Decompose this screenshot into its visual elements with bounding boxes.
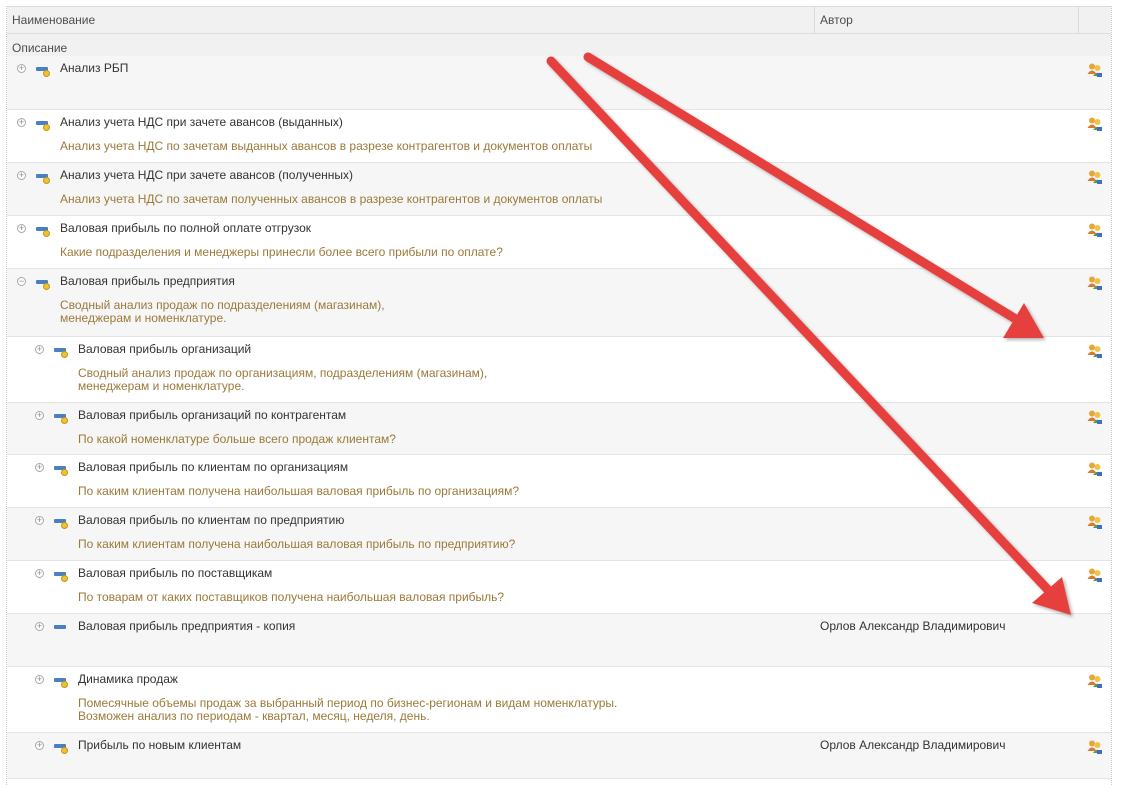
report-icon bbox=[54, 412, 70, 424]
report-row[interactable]: + Валовая прибыль по клиентам по организа… bbox=[7, 455, 1111, 508]
expand-icon[interactable]: + bbox=[17, 224, 26, 233]
report-row[interactable]: + Анализ учета НДС при зачете авансов (вы… bbox=[7, 110, 1111, 163]
expand-icon[interactable]: + bbox=[17, 171, 26, 180]
report-description: Сводный анализ продаж по подразделениям … bbox=[60, 298, 385, 325]
expand-icon[interactable]: + bbox=[35, 622, 44, 631]
report-icon bbox=[36, 172, 52, 184]
column-header-author[interactable]: Автор bbox=[815, 7, 1079, 33]
report-icon bbox=[54, 676, 70, 688]
report-icon bbox=[36, 119, 52, 131]
collapse-icon[interactable]: − bbox=[17, 277, 26, 286]
report-icon bbox=[54, 464, 70, 476]
users-icon[interactable] bbox=[1087, 739, 1103, 755]
column-header-row: Наименование Автор bbox=[7, 6, 1111, 34]
report-title[interactable]: Анализ учета НДС при зачете авансов (пол… bbox=[60, 168, 353, 182]
report-row[interactable]: + Валовая прибыль организаций Сводный анал… bbox=[7, 337, 1111, 403]
users-icon[interactable] bbox=[1087, 567, 1103, 583]
column-header-name[interactable]: Наименование bbox=[7, 7, 815, 33]
report-icon bbox=[36, 65, 52, 77]
report-description: По каким клиентам получена наибольшая ва… bbox=[78, 484, 520, 498]
report-title[interactable]: Валовая прибыль предприятия bbox=[60, 274, 235, 288]
report-title[interactable]: Валовая прибыль по поставщикам bbox=[78, 566, 272, 580]
report-row[interactable]: − Валовая прибыль предприятия Сводный анал… bbox=[7, 269, 1111, 337]
users-icon[interactable] bbox=[1087, 275, 1103, 291]
report-title[interactable]: Валовая прибыль по клиентам по предприят… bbox=[78, 513, 344, 527]
report-icon bbox=[54, 742, 70, 754]
report-icon bbox=[36, 225, 52, 237]
users-icon[interactable] bbox=[1087, 116, 1103, 132]
report-title[interactable]: Валовая прибыль по полной оплате отгрузо… bbox=[60, 221, 311, 235]
report-list-grid: Наименование Автор Описание + Анализ РБП +… bbox=[6, 6, 1112, 785]
report-description: Анализ учета НДС по зачетам выданных ава… bbox=[60, 139, 593, 153]
report-title[interactable]: Валовая прибыль организаций bbox=[78, 342, 251, 356]
report-title[interactable]: Динамика продаж bbox=[78, 672, 178, 686]
expand-icon[interactable]: + bbox=[35, 411, 44, 420]
report-icon bbox=[54, 623, 70, 635]
report-title[interactable]: Валовая прибыль по клиентам по организац… bbox=[78, 460, 348, 474]
users-icon[interactable] bbox=[1087, 461, 1103, 477]
users-icon[interactable] bbox=[1087, 169, 1103, 185]
expand-icon[interactable]: + bbox=[35, 463, 44, 472]
users-icon[interactable] bbox=[1087, 409, 1103, 425]
report-icon bbox=[36, 278, 52, 290]
expand-icon[interactable]: + bbox=[35, 741, 44, 750]
report-description: По каким клиентам получена наибольшая ва… bbox=[78, 537, 516, 551]
report-author: Орлов Александр Владимирович bbox=[820, 738, 1006, 752]
report-title[interactable]: Валовая прибыль предприятия - копия bbox=[78, 619, 295, 633]
report-row[interactable]: + Валовая прибыль организаций по контраге… bbox=[7, 403, 1111, 455]
report-description: По какой номенклатуре больше всего прода… bbox=[78, 432, 396, 446]
expand-icon[interactable]: + bbox=[35, 569, 44, 578]
expand-icon[interactable]: + bbox=[35, 516, 44, 525]
report-row[interactable]: + Анализ учета НДС при зачете авансов (по… bbox=[7, 163, 1111, 216]
expand-icon[interactable]: + bbox=[35, 675, 44, 684]
report-title[interactable]: Анализ РБП bbox=[60, 61, 128, 75]
expand-icon[interactable]: + bbox=[17, 64, 26, 73]
users-icon[interactable] bbox=[1087, 222, 1103, 238]
report-author: Орлов Александр Владимирович bbox=[820, 619, 1006, 633]
report-title[interactable]: Анализ учета НДС при зачете авансов (выд… bbox=[60, 115, 343, 129]
report-row[interactable]: + Валовая прибыль предприятия - копия Орло… bbox=[7, 614, 1111, 667]
report-description: По товарам от каких поставщиков получена… bbox=[78, 590, 505, 604]
report-row[interactable]: + Прибыль по новым клиентам Орлов Александ… bbox=[7, 733, 1111, 779]
report-icon bbox=[54, 346, 70, 358]
report-row[interactable]: + Валовая прибыль по клиентам по предприя… bbox=[7, 508, 1111, 561]
report-title[interactable]: Прибыль по новым клиентам bbox=[78, 738, 241, 752]
users-icon[interactable] bbox=[1087, 514, 1103, 530]
users-icon[interactable] bbox=[1087, 343, 1103, 359]
expand-icon[interactable]: + bbox=[17, 118, 26, 127]
report-icon bbox=[54, 517, 70, 529]
users-icon[interactable] bbox=[1087, 673, 1103, 689]
expand-icon[interactable]: + bbox=[35, 345, 44, 354]
report-row[interactable]: + Валовая прибыль по поставщикам По товара… bbox=[7, 561, 1111, 614]
report-row[interactable]: + Анализ РБП bbox=[7, 56, 1111, 110]
report-description: Какие подразделения и менеджеры принесли… bbox=[60, 245, 503, 259]
report-description: Сводный анализ продаж по организациям, п… bbox=[78, 366, 488, 393]
users-icon[interactable] bbox=[1087, 62, 1103, 78]
report-description: Анализ учета НДС по зачетам полученных а… bbox=[60, 192, 603, 206]
report-icon bbox=[54, 570, 70, 582]
report-row[interactable]: + Валовая прибыль по полной оплате отгруз… bbox=[7, 216, 1111, 269]
report-row[interactable]: + Динамика продаж Помесячные объемы продаж… bbox=[7, 667, 1111, 733]
column-header-extra[interactable] bbox=[1079, 7, 1111, 33]
report-description: Помесячные объемы продаж за выбранный пе… bbox=[78, 696, 618, 723]
report-title[interactable]: Валовая прибыль организаций по контраген… bbox=[78, 408, 346, 422]
